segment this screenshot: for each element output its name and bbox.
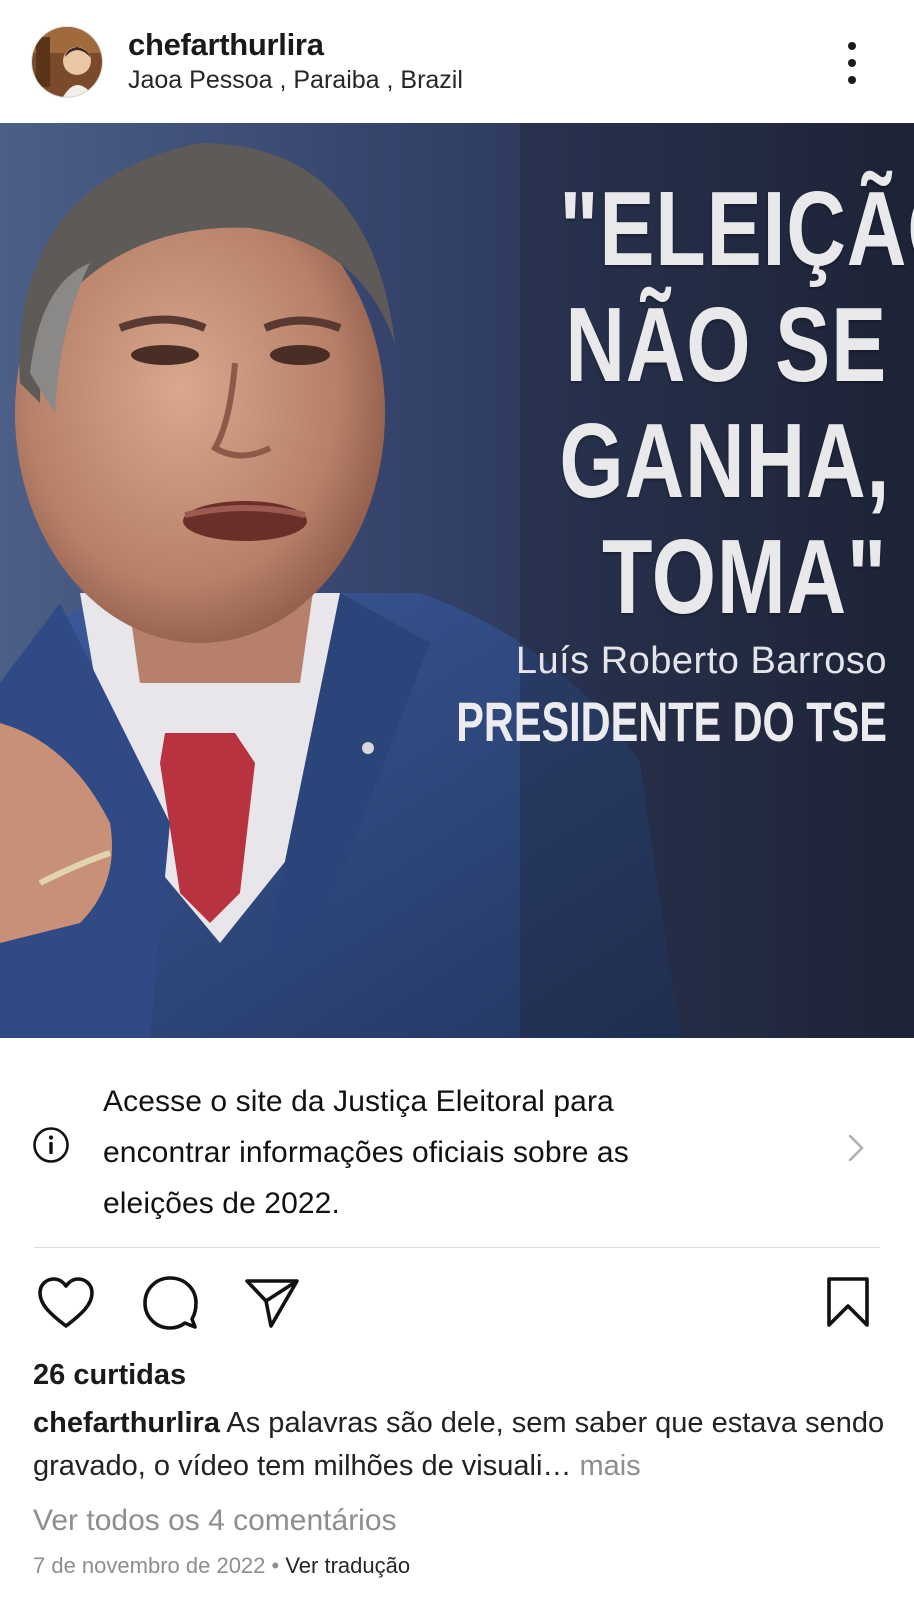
caption-more-link[interactable]: mais	[571, 1450, 640, 1482]
avatar-image	[32, 27, 102, 97]
post-location[interactable]: Jaoa Pessoa , Paraiba , Brazil	[128, 66, 463, 95]
info-text-line: eleições de 2022.	[103, 1187, 340, 1220]
image-quote: "ELEIÇÃO NÃO SE GANHA, SE TOMA"	[559, 170, 914, 636]
quote-line: GANHA, SE	[559, 402, 914, 520]
quote-attribution-role: PRESIDENTE DO TSE	[456, 690, 887, 753]
info-icon	[33, 1127, 69, 1163]
caption-username[interactable]: chefarthurlira	[33, 1407, 220, 1439]
info-text-line: encontrar informações oficiais sobre as	[103, 1136, 629, 1169]
bookmark-icon[interactable]	[826, 1276, 870, 1328]
send-icon[interactable]	[244, 1277, 300, 1329]
view-all-comments-link[interactable]: Ver todos os 4 comentários	[33, 1504, 397, 1538]
info-text-line: Acesse o site da Justiça Eleitoral para	[103, 1085, 614, 1118]
likes-count[interactable]: 26 curtidas	[33, 1359, 186, 1392]
election-info-text: Acesse o site da Justiça Eleitoral para …	[103, 1076, 783, 1229]
divider	[34, 1247, 880, 1248]
quote-attribution-name: Luís Roberto Barroso	[515, 640, 887, 682]
quote-line: "ELEIÇÃO	[559, 170, 914, 288]
heart-icon[interactable]	[37, 1276, 95, 1330]
quote-line: TOMA"	[601, 518, 887, 636]
more-dot	[848, 42, 856, 50]
post-image[interactable]: "ELEIÇÃO NÃO SE GANHA, SE TOMA" Luís Rob…	[0, 123, 914, 1038]
translate-link[interactable]: Ver tradução	[285, 1553, 410, 1578]
post-meta: 7 de novembro de 2022 • Ver tradução	[33, 1553, 410, 1579]
election-info-banner[interactable]: Acesse o site da Justiça Eleitoral para …	[0, 1038, 914, 1248]
post-caption: chefarthurlira As palavras são dele, sem…	[33, 1402, 893, 1488]
more-vertical-icon[interactable]	[845, 42, 859, 84]
post-header: chefarthurlira Jaoa Pessoa , Paraiba , B…	[0, 0, 914, 123]
meta-separator: •	[265, 1553, 286, 1578]
chevron-right-icon	[848, 1134, 864, 1162]
more-dot	[848, 59, 856, 67]
post-date: 7 de novembro de 2022	[33, 1553, 266, 1578]
quote-line: NÃO SE	[565, 286, 887, 404]
post-username[interactable]: chefarthurlira	[128, 27, 324, 63]
comment-icon[interactable]	[142, 1275, 198, 1331]
more-dot	[848, 76, 856, 84]
avatar[interactable]	[32, 27, 102, 97]
